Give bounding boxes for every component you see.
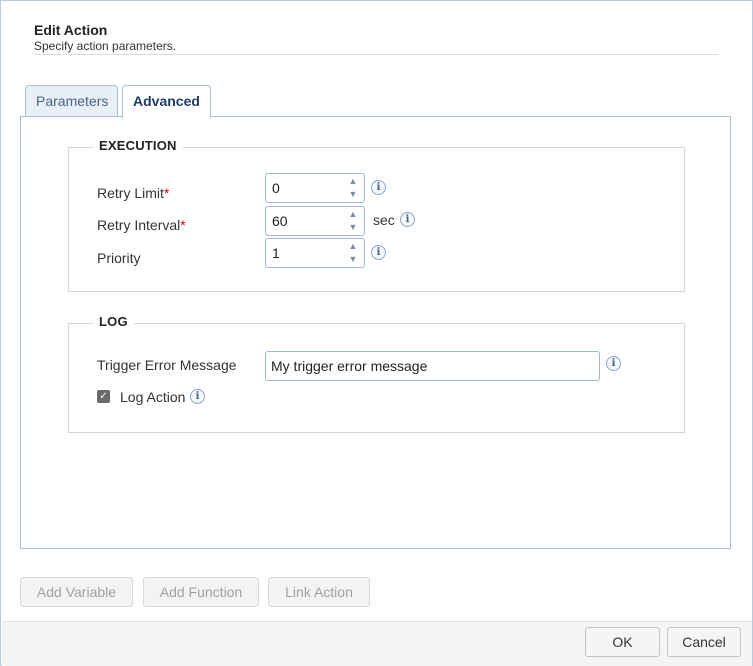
priority-spinner[interactable]: ▲ ▼ bbox=[265, 238, 365, 268]
log-group: LOG Trigger Error Message i ✓ Log Action… bbox=[68, 314, 685, 433]
chevron-down-icon[interactable]: ▼ bbox=[346, 253, 360, 266]
trigger-error-input[interactable] bbox=[265, 351, 600, 381]
priority-input[interactable] bbox=[266, 239, 344, 267]
chevron-up-icon[interactable]: ▲ bbox=[346, 208, 360, 221]
retry-interval-unit: sec bbox=[373, 212, 395, 228]
link-action-button[interactable]: Link Action bbox=[268, 577, 370, 607]
cancel-button[interactable]: Cancel bbox=[667, 627, 741, 657]
trigger-error-label: Trigger Error Message bbox=[97, 357, 237, 373]
ok-button[interactable]: OK bbox=[585, 627, 660, 657]
priority-label: Priority bbox=[97, 250, 141, 266]
info-icon[interactable]: i bbox=[190, 389, 205, 404]
info-icon[interactable]: i bbox=[371, 180, 386, 195]
retry-limit-input[interactable] bbox=[266, 174, 344, 202]
chevron-down-icon[interactable]: ▼ bbox=[346, 188, 360, 201]
info-icon[interactable]: i bbox=[606, 356, 621, 371]
retry-interval-input[interactable] bbox=[266, 207, 344, 235]
retry-interval-label: Retry Interval* bbox=[97, 217, 186, 233]
info-icon[interactable]: i bbox=[371, 245, 386, 260]
required-mark: * bbox=[180, 217, 186, 233]
tab-parameters[interactable]: Parameters bbox=[25, 85, 118, 117]
execution-legend: EXECUTION bbox=[93, 138, 183, 153]
info-icon[interactable]: i bbox=[400, 212, 415, 227]
execution-group: EXECUTION Retry Limit* ▲ ▼ i Retry Inter… bbox=[68, 138, 685, 292]
edit-action-dialog: Edit Action Specify action parameters. P… bbox=[0, 0, 753, 666]
log-action-label: Log Action bbox=[120, 389, 186, 405]
title-divider bbox=[34, 54, 718, 55]
dialog-subtitle: Specify action parameters. bbox=[34, 39, 177, 53]
advanced-panel: EXECUTION Retry Limit* ▲ ▼ i Retry Inter… bbox=[20, 116, 731, 549]
add-variable-button[interactable]: Add Variable bbox=[20, 577, 133, 607]
chevron-up-icon[interactable]: ▲ bbox=[346, 175, 360, 188]
required-mark: * bbox=[163, 185, 170, 201]
retry-limit-label-text: Retry Limit bbox=[97, 185, 164, 201]
retry-interval-label-text: Retry Interval bbox=[97, 217, 181, 233]
retry-limit-label: Retry Limit* bbox=[97, 185, 169, 201]
retry-interval-spinner[interactable]: ▲ ▼ bbox=[265, 206, 365, 236]
dialog-title: Edit Action bbox=[34, 22, 108, 38]
log-action-checkbox[interactable]: ✓ bbox=[97, 390, 110, 403]
chevron-up-icon[interactable]: ▲ bbox=[346, 240, 360, 253]
tab-advanced[interactable]: Advanced bbox=[122, 85, 211, 118]
retry-limit-spinner[interactable]: ▲ ▼ bbox=[265, 173, 365, 203]
chevron-down-icon[interactable]: ▼ bbox=[346, 221, 360, 234]
add-function-button[interactable]: Add Function bbox=[143, 577, 259, 607]
log-legend: LOG bbox=[93, 314, 134, 329]
